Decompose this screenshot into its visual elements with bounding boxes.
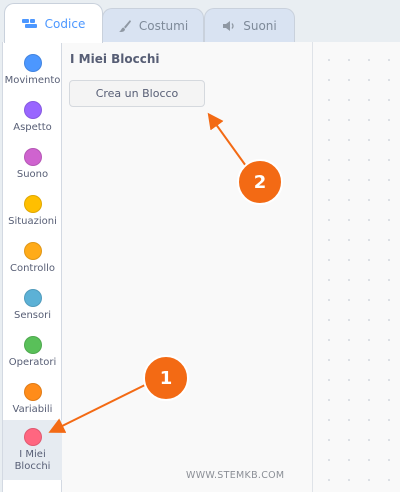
code-icon bbox=[21, 18, 38, 30]
arrow-1-to-my-blocks bbox=[48, 383, 148, 433]
tab-code[interactable]: Codice bbox=[4, 3, 103, 43]
annotation-badge-2: 2 bbox=[237, 159, 283, 205]
annotation-badge-1: 1 bbox=[143, 355, 189, 401]
annotation-arrows bbox=[48, 112, 247, 433]
tab-code-label: Codice bbox=[44, 16, 86, 31]
arrow-2-to-make-block bbox=[207, 112, 247, 167]
